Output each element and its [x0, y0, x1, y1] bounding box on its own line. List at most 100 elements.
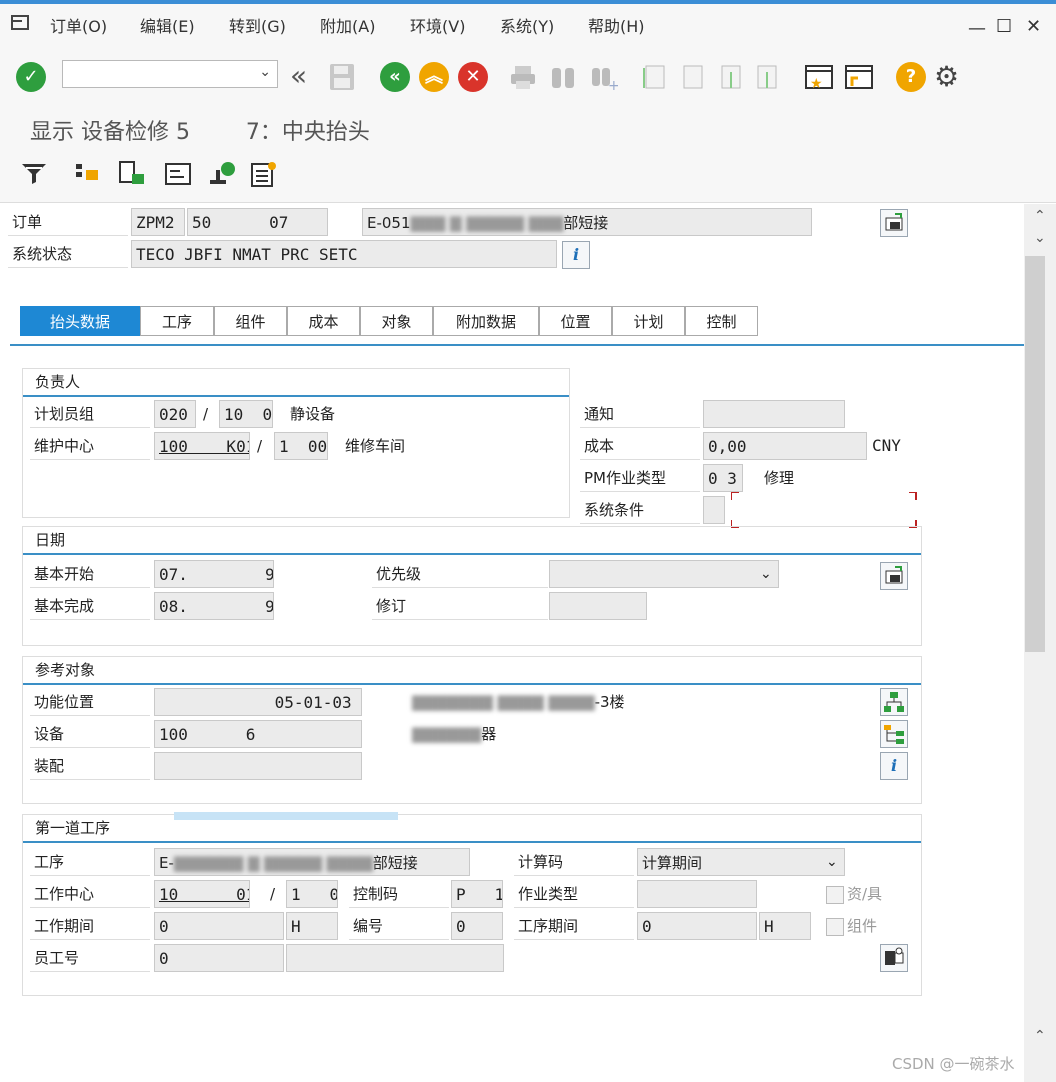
- app-menu-icon[interactable]: [10, 13, 32, 33]
- priority-label: 优先级: [372, 560, 548, 588]
- notification-field[interactable]: [703, 400, 845, 428]
- scroll-down-icon[interactable]: ⌄: [1034, 230, 1046, 246]
- work-center-label: 工作中心: [30, 880, 150, 908]
- previous-page-icon[interactable]: [678, 62, 708, 92]
- structure-display-button[interactable]: [880, 688, 908, 716]
- main-content: 订单 ZPM2 50 07 E-051▇▇▇ ▇ ▇▇▇▇▇ ▇▇▇部短接 系统…: [0, 204, 1024, 1082]
- tab-costs[interactable]: 成本: [287, 306, 360, 336]
- menu-order[interactable]: 订单(O): [50, 13, 107, 37]
- minimize-button[interactable]: —: [968, 18, 986, 39]
- notes-icon[interactable]: [250, 160, 278, 188]
- focus-frame: [730, 491, 917, 528]
- activity-type-field[interactable]: [637, 880, 757, 908]
- object-info-button[interactable]: i: [880, 752, 908, 780]
- scroll-up-icon[interactable]: ⌃: [1034, 208, 1046, 224]
- personnel-name-field[interactable]: [286, 944, 504, 972]
- enter-check-icon[interactable]: ✓: [16, 62, 46, 92]
- priority-dropdown[interactable]: [549, 560, 779, 588]
- help-icon[interactable]: ?: [896, 62, 926, 92]
- resources-checkbox-label: 资/具: [847, 885, 883, 903]
- work-period-field[interactable]: 0: [154, 912, 284, 940]
- cost-field[interactable]: 0,00: [703, 432, 867, 460]
- work-period-unit-field[interactable]: H: [286, 912, 338, 940]
- back-icon[interactable]: «: [380, 62, 410, 92]
- menu-goto[interactable]: 转到(G): [229, 13, 286, 37]
- command-field[interactable]: ⌄: [62, 60, 278, 88]
- equipment-field[interactable]: 100 6: [154, 720, 362, 748]
- planner-group-field[interactable]: 020: [154, 400, 196, 428]
- object-list-icon[interactable]: [74, 160, 102, 188]
- structure-list-button[interactable]: [880, 720, 908, 748]
- tab-objects[interactable]: 对象: [360, 306, 433, 336]
- tab-planning[interactable]: 计划: [612, 306, 685, 336]
- functional-location-field[interactable]: 05-01-03: [154, 688, 362, 716]
- cancel-icon[interactable]: ✕: [458, 62, 488, 92]
- revision-field[interactable]: [549, 592, 647, 620]
- save-icon[interactable]: [328, 62, 358, 92]
- functional-location-text: ▇▇▇▇▇▇▇ ▇▇▇▇ ▇▇▇▇-3楼: [412, 688, 625, 716]
- status-info-button[interactable]: i: [562, 241, 590, 269]
- first-page-icon[interactable]: [638, 62, 668, 92]
- tab-additional-data[interactable]: 附加数据: [433, 306, 539, 336]
- funnel-icon[interactable]: [20, 160, 48, 188]
- resources-checkbox[interactable]: [826, 886, 844, 904]
- find-icon[interactable]: [548, 62, 578, 92]
- shortcut-icon[interactable]: [844, 62, 874, 92]
- menu-edit[interactable]: 编辑(E): [140, 13, 195, 37]
- find-next-icon[interactable]: +: [588, 62, 620, 94]
- basic-start-field[interactable]: 07. 9: [154, 560, 274, 588]
- operation-description-field[interactable]: E-▇▇▇▇▇▇ ▇ ▇▇▇▇▇ ▇▇▇▇部短接: [154, 848, 470, 876]
- close-window-button[interactable]: ✕: [1026, 16, 1041, 37]
- components-checkbox[interactable]: [826, 918, 844, 936]
- order-type-field[interactable]: ZPM2: [131, 208, 185, 236]
- tab-components[interactable]: 组件: [214, 306, 287, 336]
- dates-detail-button[interactable]: [880, 562, 908, 590]
- main-workcenter-plant-field[interactable]: 1 00: [274, 432, 328, 460]
- tab-location[interactable]: 位置: [539, 306, 612, 336]
- release-stamp-icon[interactable]: [208, 160, 236, 188]
- control-key-field[interactable]: P 1: [451, 880, 503, 908]
- back-double-chevron-icon[interactable]: «: [290, 62, 320, 92]
- tab-header-data[interactable]: 抬头数据: [20, 306, 140, 336]
- menu-help[interactable]: 帮助(H): [588, 13, 645, 37]
- personnel-number-field[interactable]: 0: [154, 944, 284, 972]
- copy-document-icon[interactable]: [118, 160, 146, 188]
- order-description-field[interactable]: E-051▇▇▇ ▇ ▇▇▇▇▇ ▇▇▇部短接: [362, 208, 812, 236]
- main-workcenter-field[interactable]: 100 K01: [154, 432, 250, 460]
- order-number-field[interactable]: 50 07: [187, 208, 328, 236]
- maximize-button[interactable]: ☐: [996, 16, 1012, 37]
- last-page-icon[interactable]: [752, 62, 782, 92]
- operation-duration-field[interactable]: 0: [637, 912, 757, 940]
- print-icon[interactable]: [508, 62, 538, 92]
- work-center-field[interactable]: 10 01: [154, 880, 250, 908]
- slash-separator: /: [270, 885, 276, 903]
- number-field[interactable]: 0: [451, 912, 503, 940]
- application-toolbar: [0, 150, 1056, 203]
- operation-duration-unit-field[interactable]: H: [759, 912, 811, 940]
- next-page-icon[interactable]: [716, 62, 746, 92]
- scrollbar-thumb[interactable]: [1025, 256, 1045, 652]
- group-title-underline: [23, 395, 569, 397]
- display-form-icon[interactable]: [164, 160, 192, 188]
- pm-activity-type-field[interactable]: 0 3: [703, 464, 743, 492]
- system-condition-field[interactable]: [703, 496, 725, 524]
- gear-icon[interactable]: ⚙: [934, 62, 964, 92]
- menu-system[interactable]: 系统(Y): [500, 13, 554, 37]
- tab-control[interactable]: 控制: [685, 306, 758, 336]
- operation-detail-button[interactable]: [880, 944, 908, 972]
- work-period-label: 工作期间: [30, 912, 150, 940]
- vertical-scrollbar[interactable]: ⌃ ⌄ ⌃: [1024, 204, 1056, 1082]
- scroll-end-icon[interactable]: ⌃: [1034, 1028, 1046, 1044]
- work-center-plant-field[interactable]: 1 0: [286, 880, 338, 908]
- long-text-button[interactable]: [880, 209, 908, 237]
- basic-finish-field[interactable]: 08. 9: [154, 592, 274, 620]
- planner-plant-field[interactable]: 10 0: [219, 400, 273, 428]
- menu-extras[interactable]: 附加(A): [320, 13, 375, 37]
- tab-operations[interactable]: 工序: [140, 306, 214, 336]
- menu-environment[interactable]: 环境(V): [410, 13, 465, 37]
- create-session-icon[interactable]: ★: [804, 62, 834, 92]
- system-status-field[interactable]: TECO JBFI NMAT PRC SETC: [131, 240, 557, 268]
- assembly-field[interactable]: [154, 752, 362, 780]
- exit-icon[interactable]: ︽: [419, 62, 449, 92]
- calculation-key-dropdown[interactable]: 计算期间: [637, 848, 845, 876]
